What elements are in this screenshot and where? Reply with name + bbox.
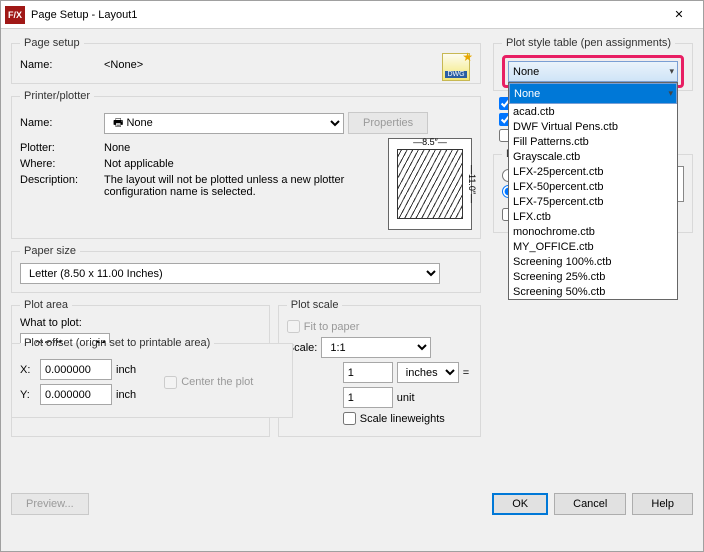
plot-scale-group: Plot scale Fit to paper Scale:1:1 inches… <box>278 299 481 437</box>
highlight-annotation: None Noneacad.ctbDWF Virtual Pens.ctbFil… <box>502 55 684 88</box>
printer-name-select[interactable]: 🖶 None <box>104 113 344 134</box>
desc-value: The layout will not be plotted unless a … <box>104 174 374 198</box>
scale-den-unit: unit <box>397 392 415 404</box>
scale-select[interactable]: 1:1 <box>321 337 431 358</box>
preview-button: Preview... <box>11 493 89 515</box>
offset-x-input[interactable] <box>40 359 112 380</box>
window-title: Page Setup - Layout1 <box>31 9 659 21</box>
printer-legend: Printer/plotter <box>20 90 94 102</box>
pst-option[interactable]: acad.ctb <box>509 104 677 119</box>
page-setup-dialog: F/X Page Setup - Layout1 ✕ Page setup Na… <box>0 0 704 552</box>
plotter-value: None <box>104 142 130 154</box>
fit-to-paper-checkbox <box>287 320 300 333</box>
pst-option[interactable]: MY_OFFICE.ctb <box>509 239 677 254</box>
pst-option[interactable]: LFX.ctb <box>509 209 677 224</box>
offset-y-input[interactable] <box>40 384 112 405</box>
desc-label: Description: <box>20 174 100 186</box>
center-plot-checkbox <box>164 376 177 389</box>
pst-option[interactable]: None <box>509 83 677 104</box>
dwg-icon <box>442 53 470 81</box>
page-setup-legend: Page setup <box>20 37 84 49</box>
ok-button[interactable]: OK <box>492 493 548 515</box>
offset-y-unit: inch <box>116 389 136 401</box>
fit-to-paper-label: Fit to paper <box>304 321 360 333</box>
page-setup-name-value: <None> <box>104 59 143 71</box>
pst-option[interactable]: Fill Patterns.ctb <box>509 134 677 149</box>
plotter-label: Plotter: <box>20 142 100 154</box>
scale-lineweights-checkbox[interactable] <box>343 412 356 425</box>
scale-unit-select[interactable]: inches <box>397 362 459 383</box>
scale-num-input[interactable] <box>343 362 393 383</box>
paper-size-group: Paper size Letter (8.50 x 11.00 Inches) <box>11 245 481 293</box>
pst-option[interactable]: LFX-25percent.ctb <box>509 164 677 179</box>
title-bar: F/X Page Setup - Layout1 ✕ <box>1 1 703 29</box>
help-button[interactable]: Help <box>632 493 693 515</box>
pst-option[interactable]: Screening 25%.ctb <box>509 269 677 284</box>
plot-offset-group: Plot offset (origin set to printable are… <box>11 337 293 418</box>
pst-option[interactable]: Screening 100%.ctb <box>509 254 677 269</box>
offset-y-label: Y: <box>20 389 36 401</box>
pst-option[interactable]: LFX-75percent.ctb <box>509 194 677 209</box>
pst-option[interactable]: Grayscale.ctb <box>509 149 677 164</box>
where-label: Where: <box>20 158 100 170</box>
page-setup-name-label: Name: <box>20 59 100 71</box>
what-to-plot-label: What to plot: <box>20 317 261 329</box>
pst-option[interactable]: Screening 50%.ctb <box>509 284 677 299</box>
plot-offset-legend: Plot offset (origin set to printable are… <box>20 337 214 349</box>
plot-style-table-select[interactable]: None Noneacad.ctbDWF Virtual Pens.ctbFil… <box>508 61 678 82</box>
printer-group: Printer/plotter Name: 🖶 None Properties … <box>11 90 481 239</box>
paper-preview-icon: —8.5″— —11.0″— <box>388 138 472 230</box>
pst-option[interactable]: monochrome.ctb <box>509 224 677 239</box>
plot-style-table-listbox[interactable]: Noneacad.ctbDWF Virtual Pens.ctbFill Pat… <box>508 82 678 300</box>
page-setup-group: Page setup Name: <None> <box>11 37 481 84</box>
paper-legend: Paper size <box>20 245 80 257</box>
paper-size-select[interactable]: Letter (8.50 x 11.00 Inches) <box>20 263 440 284</box>
scale-den-input[interactable] <box>343 387 393 408</box>
pst-legend: Plot style table (pen assignments) <box>502 37 675 49</box>
center-plot-label: Center the plot <box>181 376 253 388</box>
app-logo-icon: F/X <box>5 6 25 24</box>
plot-scale-legend: Plot scale <box>287 299 343 311</box>
offset-x-label: X: <box>20 364 36 376</box>
where-value: Not applicable <box>104 158 174 170</box>
offset-x-unit: inch <box>116 364 136 376</box>
plot-style-table-group: Plot style table (pen assignments) None … <box>493 37 693 91</box>
pst-option[interactable]: LFX-50percent.ctb <box>509 179 677 194</box>
printer-name-label: Name: <box>20 117 100 129</box>
close-button[interactable]: ✕ <box>659 1 699 29</box>
dialog-footer: Preview... OK Cancel Help <box>11 493 693 515</box>
scale-lineweights-label: Scale lineweights <box>360 413 445 425</box>
cancel-button[interactable]: Cancel <box>554 493 626 515</box>
pst-option[interactable]: DWF Virtual Pens.ctb <box>509 119 677 134</box>
plot-area-legend: Plot area <box>20 299 72 311</box>
properties-button: Properties <box>348 112 428 134</box>
